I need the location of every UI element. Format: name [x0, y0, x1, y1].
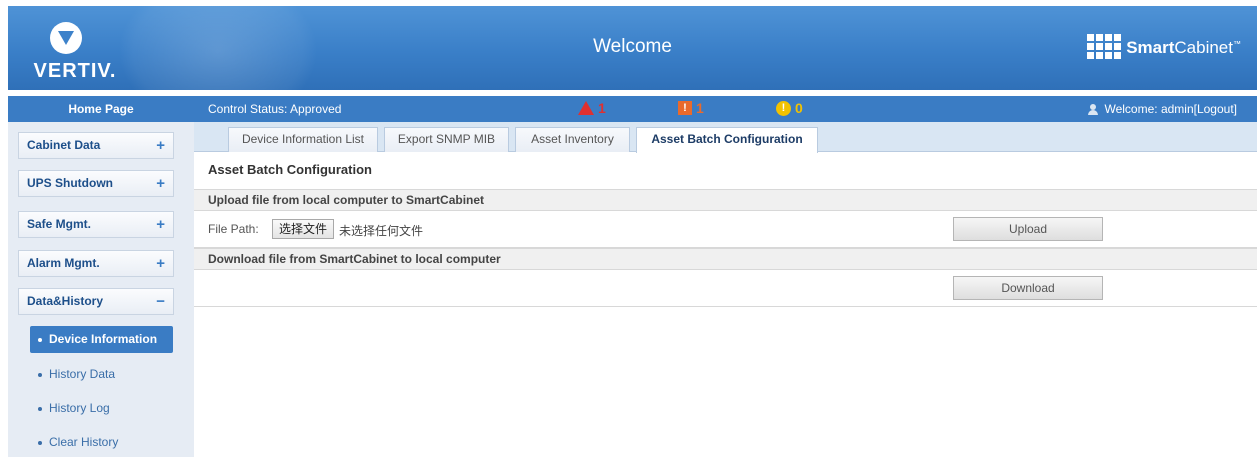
critical-alarm-indicator[interactable]: 1 — [578, 100, 606, 116]
bullet-icon — [38, 372, 42, 377]
minor-alarm-indicator[interactable]: ! 0 — [776, 100, 803, 116]
expand-icon: + — [156, 175, 165, 192]
menu-label: Safe Mgmt. — [27, 217, 92, 231]
submenu-clear-history[interactable]: Clear History — [30, 429, 173, 456]
download-button[interactable]: Download — [953, 276, 1103, 300]
submenu-device-information[interactable]: Device Information — [30, 326, 173, 353]
app-header: VERTIV. Welcome SmartCabinet™ — [8, 6, 1257, 90]
section-title: Asset Batch Configuration — [208, 162, 372, 177]
exclamation-box-icon: ! — [678, 101, 692, 115]
menu-label: Cabinet Data — [27, 138, 101, 152]
menu-label: UPS Shutdown — [27, 176, 113, 190]
menu-cabinet-data[interactable]: Cabinet Data + — [18, 132, 174, 159]
tab-asset-inventory[interactable]: Asset Inventory — [515, 127, 630, 152]
sidebar: Home Page Cabinet Data + UPS Shutdown + … — [8, 96, 194, 457]
tab-asset-batch-configuration[interactable]: Asset Batch Configuration — [636, 127, 818, 153]
product-name-bold: Smart — [1126, 38, 1175, 57]
expand-icon: + — [156, 255, 165, 272]
submenu-history-data[interactable]: History Data — [30, 361, 173, 388]
page-title-welcome: Welcome — [593, 36, 672, 57]
submenu-label: History Log — [49, 401, 110, 415]
menu-alarm-mgmt[interactable]: Alarm Mgmt. + — [18, 250, 174, 277]
expand-icon: + — [156, 137, 165, 154]
grid-icon — [1087, 34, 1122, 62]
status-bar: Control Status: Approved 1 ! 1 ! 0 Welco… — [194, 96, 1257, 122]
upload-row: File Path: 选择文件 未选择任何文件 Upload — [194, 211, 1257, 248]
submenu-label: History Data — [49, 367, 116, 381]
warning-triangle-icon — [578, 101, 594, 115]
submenu-label: Device Information — [49, 332, 158, 346]
minor-alarm-count: 0 — [795, 100, 803, 116]
submenu-history-log[interactable]: History Log — [30, 395, 173, 422]
tab-device-information-list[interactable]: Device Information List — [228, 127, 378, 152]
menu-safe-mgmt[interactable]: Safe Mgmt. + — [18, 211, 174, 238]
menu-label: Data&History — [27, 294, 104, 308]
bullet-icon — [38, 440, 42, 445]
upload-section-header: Upload file from local computer to Smart… — [194, 189, 1257, 211]
menu-ups-shutdown[interactable]: UPS Shutdown + — [18, 170, 174, 197]
major-alarm-count: 1 — [696, 100, 704, 116]
trademark: ™ — [1233, 39, 1241, 49]
upload-button[interactable]: Upload — [953, 217, 1103, 241]
collapse-icon: − — [156, 293, 165, 310]
critical-alarm-count: 1 — [598, 100, 606, 116]
home-page-link[interactable]: Home Page — [8, 96, 194, 122]
file-path-label: File Path: — [208, 222, 259, 236]
menu-data-history[interactable]: Data&History − — [18, 288, 174, 315]
major-alarm-indicator[interactable]: ! 1 — [678, 100, 704, 116]
menu-label: Alarm Mgmt. — [27, 256, 100, 270]
submenu-label: Clear History — [49, 435, 119, 449]
expand-icon: + — [156, 216, 165, 233]
download-section-header: Download file from SmartCabinet to local… — [194, 248, 1257, 270]
control-status: Control Status: Approved — [208, 102, 342, 116]
welcome-text[interactable]: Welcome: admin[Logout] — [1104, 102, 1237, 116]
tab-export-snmp-mib[interactable]: Export SNMP MIB — [384, 127, 509, 152]
main-content: Asset Batch Configuration Upload file fr… — [194, 152, 1257, 457]
smartcabinet-logo: SmartCabinet™ — [1087, 28, 1241, 68]
no-file-text: 未选择任何文件 — [339, 224, 424, 238]
user-welcome[interactable]: Welcome: admin[Logout] — [1088, 102, 1237, 116]
choose-file-button[interactable]: 选择文件 — [272, 219, 335, 239]
bullet-icon — [38, 406, 42, 411]
tab-bar: Device Information List Export SNMP MIB … — [194, 122, 1257, 153]
exclamation-circle-icon: ! — [776, 100, 791, 116]
download-row: Download — [194, 270, 1257, 307]
user-icon — [1088, 103, 1099, 115]
bullet-icon — [38, 337, 42, 342]
product-name-rest: Cabinet — [1174, 38, 1233, 57]
vertiv-wordmark: VERTIV. — [33, 60, 117, 82]
